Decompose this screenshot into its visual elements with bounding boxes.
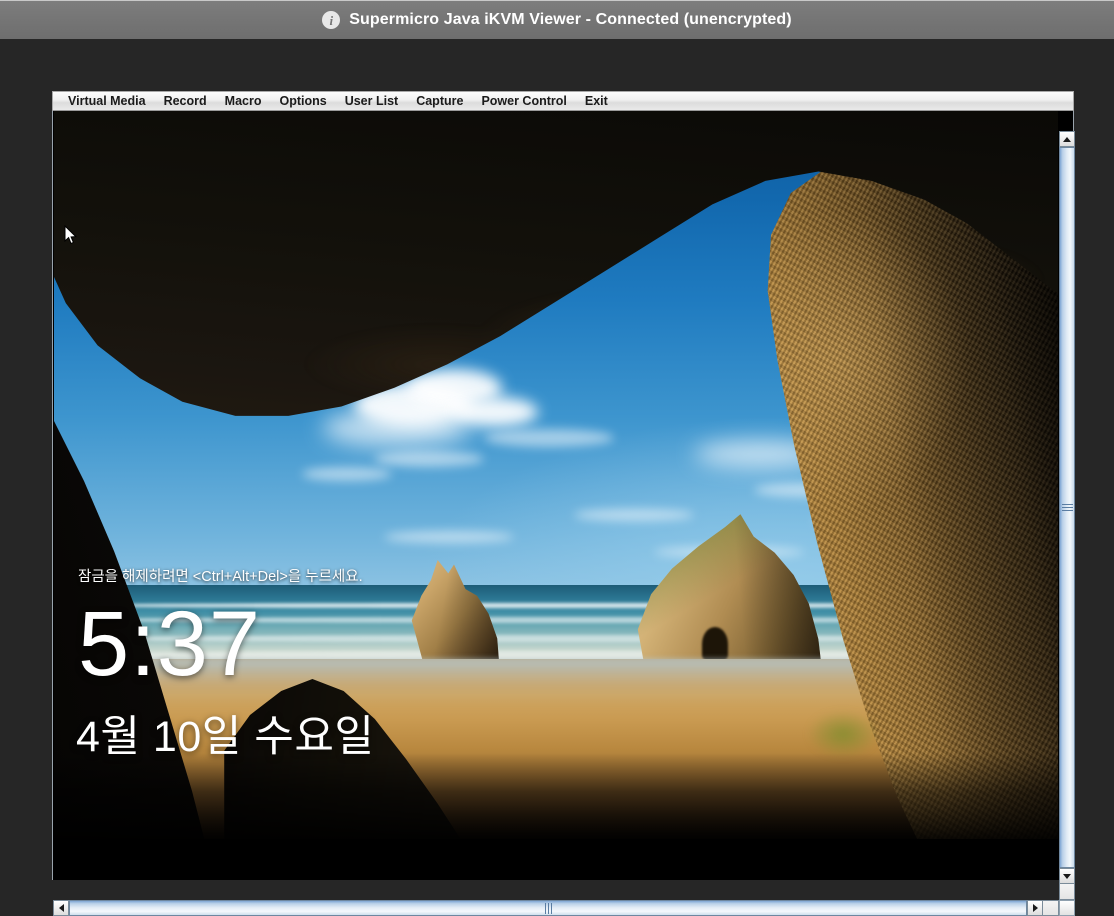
menu-virtual-media[interactable]: Virtual Media xyxy=(59,92,155,110)
menu-power-control[interactable]: Power Control xyxy=(472,92,575,110)
scroll-left-arrow[interactable] xyxy=(53,900,69,916)
scroll-right-arrow[interactable] xyxy=(1027,900,1043,916)
remote-screen-frame: 잠금을 해제하려면 <Ctrl+Alt+Del>을 누르세요. 5:37 4월 … xyxy=(52,111,1075,916)
cloud xyxy=(374,451,484,467)
vertical-scroll-track[interactable] xyxy=(1059,147,1075,868)
menu-options[interactable]: Options xyxy=(270,92,335,110)
cloud xyxy=(452,397,538,427)
lock-screen-date: 4월 10일 수요일 xyxy=(76,713,375,761)
info-icon: i xyxy=(322,11,341,29)
vertical-scroll-spacer xyxy=(1059,884,1075,900)
ikvm-viewer-window: Virtual Media Record Macro Options User … xyxy=(52,91,1075,916)
cloud xyxy=(574,509,694,521)
desktop-backdrop: Virtual Media Record Macro Options User … xyxy=(0,39,1114,916)
menu-exit[interactable]: Exit xyxy=(576,92,617,110)
horizontal-scrollbar[interactable] xyxy=(53,900,1059,916)
triangle-down-icon xyxy=(1063,873,1071,879)
scrollbar-corner xyxy=(1059,900,1075,916)
menu-record[interactable]: Record xyxy=(155,92,216,110)
lock-screen-hint: 잠금을 해제하려면 <Ctrl+Alt+Del>을 누르세요. xyxy=(78,569,363,585)
scroll-down-arrow[interactable] xyxy=(1059,868,1075,884)
window-title: Supermicro Java iKVM Viewer - Connected … xyxy=(349,11,792,28)
menu-user-list[interactable]: User List xyxy=(336,92,408,110)
menu-capture[interactable]: Capture xyxy=(407,92,472,110)
scroll-grip-icon xyxy=(544,902,552,914)
cloud xyxy=(302,467,392,481)
triangle-up-icon xyxy=(1063,136,1071,142)
scroll-up-arrow[interactable] xyxy=(1059,131,1075,147)
menu-macro[interactable]: Macro xyxy=(216,92,271,110)
cloud xyxy=(384,531,514,543)
triangle-left-icon xyxy=(58,904,64,912)
application-title-bar: i Supermicro Java iKVM Viewer - Connecte… xyxy=(0,0,1114,39)
vertical-scroll-thumb[interactable] xyxy=(1059,147,1075,868)
horizontal-scroll-thumb[interactable] xyxy=(69,900,1027,916)
cave-moss xyxy=(808,711,878,757)
menu-bar: Virtual Media Record Macro Options User … xyxy=(52,91,1074,111)
vertical-scrollbar[interactable] xyxy=(1059,131,1075,900)
horizontal-scroll-track[interactable] xyxy=(69,900,1027,916)
scroll-grip-icon xyxy=(1061,504,1073,511)
remote-screen[interactable]: 잠금을 해제하려면 <Ctrl+Alt+Del>을 누르세요. 5:37 4월 … xyxy=(54,111,1058,839)
foreground-shadow xyxy=(54,753,1058,839)
cloud xyxy=(484,429,614,447)
lock-screen-clock: 5:37 xyxy=(78,593,262,695)
triangle-right-icon xyxy=(1032,904,1038,912)
rock-arch-opening xyxy=(702,627,728,661)
cloud xyxy=(322,409,472,447)
horizontal-scroll-spacer xyxy=(1043,900,1059,916)
